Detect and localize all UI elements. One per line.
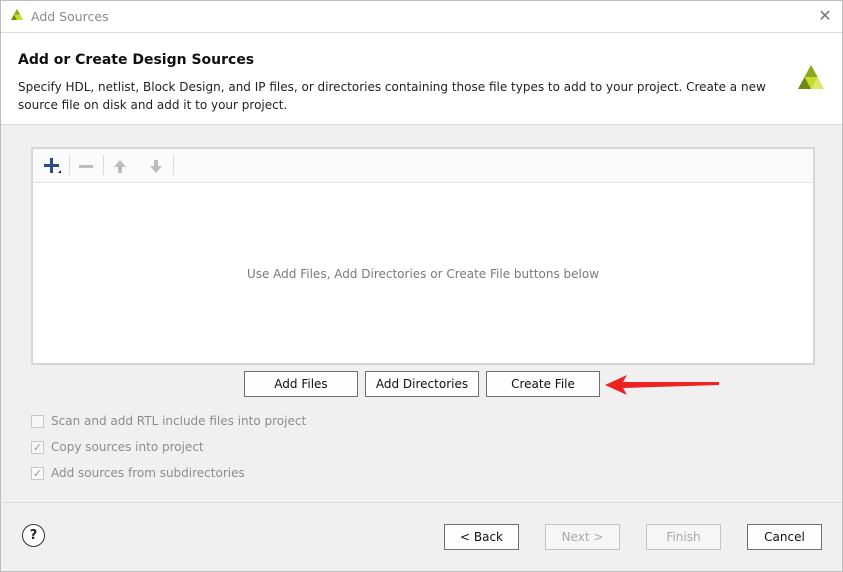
arrow-up-icon: [114, 160, 126, 173]
header-area: Add or Create Design Sources Specify HDL…: [1, 33, 842, 125]
source-files-panel[interactable]: Use Add Files, Add Directories or Create…: [31, 147, 815, 365]
close-icon[interactable]: ✕: [816, 7, 834, 25]
move-up-button[interactable]: [107, 153, 133, 179]
add-directories-button[interactable]: Add Directories: [365, 371, 479, 397]
file-list-toolbar: [33, 149, 813, 183]
window-title: Add Sources: [31, 9, 109, 24]
add-files-button[interactable]: Add Files: [244, 371, 358, 397]
create-file-button[interactable]: Create File: [486, 371, 600, 397]
option-label: Copy sources into project: [51, 440, 204, 454]
option-label: Scan and add RTL include files into proj…: [51, 414, 307, 428]
next-button[interactable]: Next >: [545, 524, 620, 550]
page-title: Add or Create Design Sources: [18, 52, 255, 68]
toolbar-separator: [69, 155, 70, 175]
remove-button[interactable]: [73, 153, 99, 179]
annotation-arrow: [605, 375, 719, 395]
toolbar-separator: [103, 155, 104, 175]
option-add-subdirectories[interactable]: ✓ Add sources from subdirectories: [31, 464, 245, 482]
page-description: Specify HDL, netlist, Block Design, and …: [18, 80, 766, 112]
finish-button[interactable]: Finish: [646, 524, 721, 550]
plus-icon: [44, 158, 61, 173]
toolbar-separator: [173, 155, 174, 175]
checkbox-checked[interactable]: ✓: [31, 440, 44, 454]
vivado-logo-icon: [11, 9, 23, 20]
cancel-button[interactable]: Cancel: [747, 524, 822, 550]
add-sources-dialog: Add Sources ✕ Add or Create Design Sourc…: [0, 0, 843, 572]
move-down-button[interactable]: [143, 153, 169, 179]
checkbox-checked[interactable]: ✓: [31, 466, 44, 480]
title-bar[interactable]: Add Sources ✕: [1, 1, 842, 33]
checkbox-unchecked[interactable]: [31, 414, 44, 428]
back-button[interactable]: < Back: [444, 524, 519, 550]
arrow-down-icon: [150, 160, 162, 173]
add-button[interactable]: [39, 153, 65, 179]
minus-icon: [79, 165, 93, 168]
help-icon[interactable]: ?: [22, 524, 45, 547]
footer-divider: [1, 502, 842, 503]
option-scan-rtl-include[interactable]: Scan and add RTL include files into proj…: [31, 412, 306, 430]
empty-list-message: Use Add Files, Add Directories or Create…: [246, 267, 600, 281]
vivado-logo-icon: [798, 65, 824, 89]
option-label: Add sources from subdirectories: [51, 466, 245, 480]
option-copy-sources[interactable]: ✓ Copy sources into project: [31, 438, 204, 456]
